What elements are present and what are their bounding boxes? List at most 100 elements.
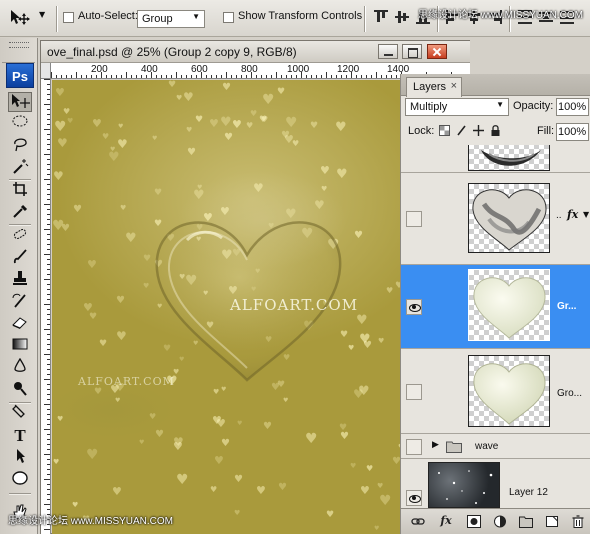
visibility-toggle[interactable] (406, 439, 422, 455)
trash-icon[interactable] (571, 515, 585, 528)
lock-position-icon[interactable] (473, 125, 484, 136)
path-selection-icon[interactable] (8, 448, 32, 468)
ruler-tick (206, 75, 207, 78)
history-brush-icon[interactable] (8, 292, 32, 312)
gradient-icon[interactable] (8, 336, 32, 356)
ellipse-shape-icon[interactable] (8, 470, 32, 490)
bokeh-heart: ♥ (220, 115, 232, 130)
fill-input[interactable]: 100% (556, 123, 589, 141)
move-tool-icon[interactable] (8, 92, 32, 112)
visibility-toggle[interactable] (406, 384, 422, 400)
spot-healing-icon[interactable] (8, 226, 32, 246)
bokeh-heart: ♥ (197, 184, 203, 191)
glass-heart-image (155, 221, 342, 382)
ruler-tick (321, 75, 322, 78)
bokeh-heart: ♥ (253, 181, 264, 195)
lock-all-icon[interactable] (490, 125, 501, 136)
close-icon[interactable]: × (451, 80, 457, 92)
layer-group-row[interactable]: ▶ wave (401, 435, 590, 459)
layer-row[interactable]: .. fx ▼ (401, 174, 590, 265)
tools-panel-grip[interactable] (2, 39, 35, 63)
ruler-tick (47, 334, 50, 335)
visibility-toggle-eye-icon[interactable] (406, 490, 422, 506)
dodge-icon[interactable] (8, 380, 32, 400)
ruler-tick (47, 349, 50, 350)
ruler-tick (47, 199, 50, 200)
chevron-down-icon: ▼ (496, 100, 504, 109)
clone-stamp-icon[interactable] (8, 270, 32, 290)
chevron-down-icon: ▼ (39, 10, 46, 19)
blend-mode-dropdown[interactable]: Multiply ▼ (405, 98, 509, 116)
vertical-ruler[interactable] (41, 79, 51, 534)
expand-group-icon[interactable]: ▶ (432, 440, 439, 450)
ruler-tick (261, 75, 262, 78)
link-icon[interactable] (411, 515, 425, 528)
adjustment-icon[interactable] (493, 515, 507, 528)
eyedropper-icon[interactable] (8, 203, 32, 223)
bokeh-heart: ♥ (310, 121, 319, 131)
ruler-tick (306, 75, 307, 78)
eraser-icon[interactable] (8, 314, 32, 334)
opacity-input[interactable]: 100% (556, 98, 589, 116)
minimize-button[interactable] (378, 44, 398, 59)
bokeh-heart: ♥ (55, 86, 65, 99)
crop-icon[interactable] (8, 181, 32, 201)
lock-pixels-icon[interactable] (456, 125, 467, 136)
fx-icon[interactable]: fx (567, 208, 578, 221)
auto-select-value: Group (142, 13, 173, 25)
ruler-corner[interactable] (41, 63, 51, 79)
auto-select-checkbox[interactable] (63, 12, 74, 23)
layer-row[interactable] (401, 145, 590, 173)
visibility-toggle[interactable] (406, 211, 422, 227)
bokeh-heart: ♥ (112, 485, 122, 498)
close-button[interactable] (427, 44, 447, 59)
ruler-tick (47, 419, 50, 420)
brush-icon[interactable] (8, 248, 32, 268)
expand-effects-icon[interactable]: ▼ (583, 210, 589, 219)
pen-icon[interactable] (8, 404, 32, 424)
ruler-tick (44, 129, 50, 130)
bokeh-heart: ♥ (348, 344, 355, 352)
ruler-tick (216, 75, 217, 78)
visibility-toggle-eye-icon[interactable] (406, 299, 422, 315)
ruler-tick (44, 179, 50, 180)
new-layer-icon[interactable] (545, 515, 559, 528)
layer-row[interactable]: Layer 12 (401, 460, 590, 508)
lasso-icon[interactable] (8, 136, 32, 156)
elliptical-marquee-icon[interactable] (8, 114, 32, 134)
ruler-tick (371, 75, 372, 78)
ruler-tick (44, 354, 50, 355)
bokeh-heart: ♥ (277, 87, 286, 97)
bokeh-heart: ♥ (176, 94, 183, 102)
ps-logo: Ps (6, 63, 34, 88)
auto-select-dropdown[interactable]: Group ▼ (137, 10, 205, 28)
folder-icon (446, 441, 462, 453)
mask-icon[interactable] (467, 515, 481, 528)
tool-preset-picker[interactable]: ▼ (8, 8, 52, 30)
align-top-icon[interactable] (374, 10, 388, 24)
layer-row[interactable]: Gro... (401, 350, 590, 434)
new-group-icon[interactable] (519, 515, 533, 528)
align-vcenter-icon[interactable] (395, 10, 409, 24)
layer-name: .. (556, 210, 562, 221)
bokeh-heart: ♥ (57, 415, 64, 423)
options-bar: ▼ Auto-Select: Group ▼ Show Transform Co… (0, 0, 590, 37)
blur-icon[interactable] (8, 357, 32, 378)
layer-name: Layer 12 (509, 487, 548, 498)
ruler-tick (47, 284, 50, 285)
tab-layers[interactable]: Layers × (406, 77, 462, 97)
maximize-button[interactable] (402, 44, 422, 59)
bokeh-heart: ♥ (53, 458, 60, 466)
layer-thumbnail (428, 462, 500, 508)
show-transform-checkbox[interactable] (223, 12, 234, 23)
lock-transparent-icon[interactable] (439, 125, 450, 136)
fx-icon[interactable]: fx (439, 514, 453, 527)
document-titlebar[interactable]: ove_final.psd @ 25% (Group 2 copy 9, RGB… (41, 41, 471, 63)
layer-row-selected[interactable]: Gr... (401, 265, 590, 349)
ruler-tick (47, 169, 50, 170)
bokeh-heart: ♥ (73, 204, 82, 215)
bokeh-heart: ♥ (246, 121, 254, 130)
magic-wand-icon[interactable] (8, 158, 32, 178)
bokeh-heart: ♥ (168, 80, 177, 90)
type-icon[interactable]: T (8, 426, 32, 446)
